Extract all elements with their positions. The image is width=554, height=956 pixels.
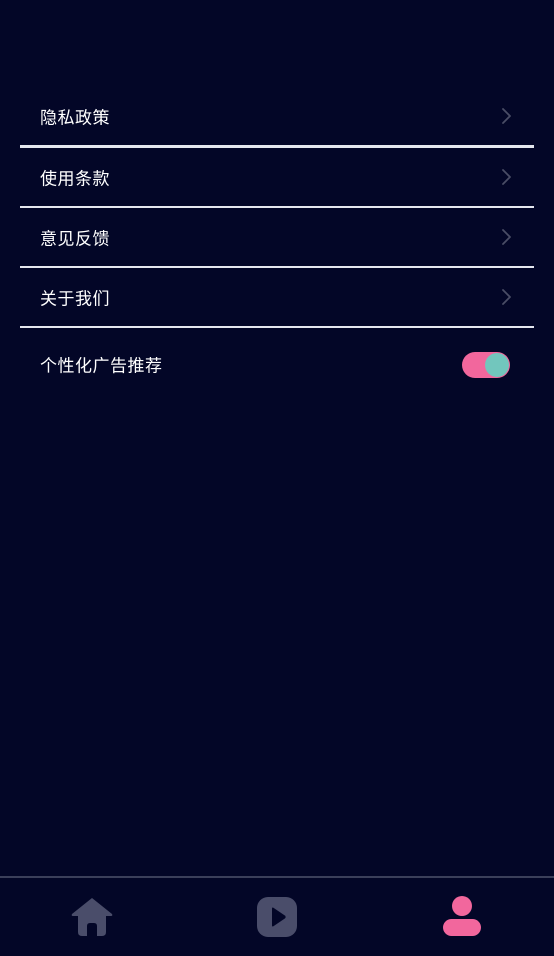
nav-home[interactable] <box>0 878 185 956</box>
chevron-right-icon <box>502 289 511 305</box>
personalized-ads-toggle[interactable] <box>462 352 510 378</box>
chevron-right-icon <box>502 169 511 185</box>
play-icon <box>257 897 297 937</box>
about-us-row[interactable]: 关于我们 <box>20 268 534 328</box>
personalized-ads-row: 个性化广告推荐 <box>20 328 534 400</box>
about-us-label: 关于我们 <box>40 289 110 310</box>
nav-profile[interactable] <box>369 878 554 956</box>
feedback-label: 意见反馈 <box>40 229 110 250</box>
feedback-row[interactable]: 意见反馈 <box>20 208 534 268</box>
nav-play[interactable] <box>185 878 370 956</box>
privacy-policy-label: 隐私政策 <box>40 108 110 129</box>
chevron-right-icon <box>502 108 511 124</box>
toggle-knob <box>485 353 509 377</box>
settings-list: 隐私政策 使用条款 意见反馈 关于我们 个性化广告推荐 <box>20 87 534 400</box>
privacy-policy-row[interactable]: 隐私政策 <box>20 87 534 148</box>
terms-of-use-label: 使用条款 <box>40 169 110 190</box>
home-icon <box>71 898 113 936</box>
terms-of-use-row[interactable]: 使用条款 <box>20 148 534 208</box>
personalized-ads-label: 个性化广告推荐 <box>40 356 163 377</box>
profile-icon <box>442 896 481 936</box>
bottom-nav <box>0 876 554 956</box>
chevron-right-icon <box>502 229 511 245</box>
